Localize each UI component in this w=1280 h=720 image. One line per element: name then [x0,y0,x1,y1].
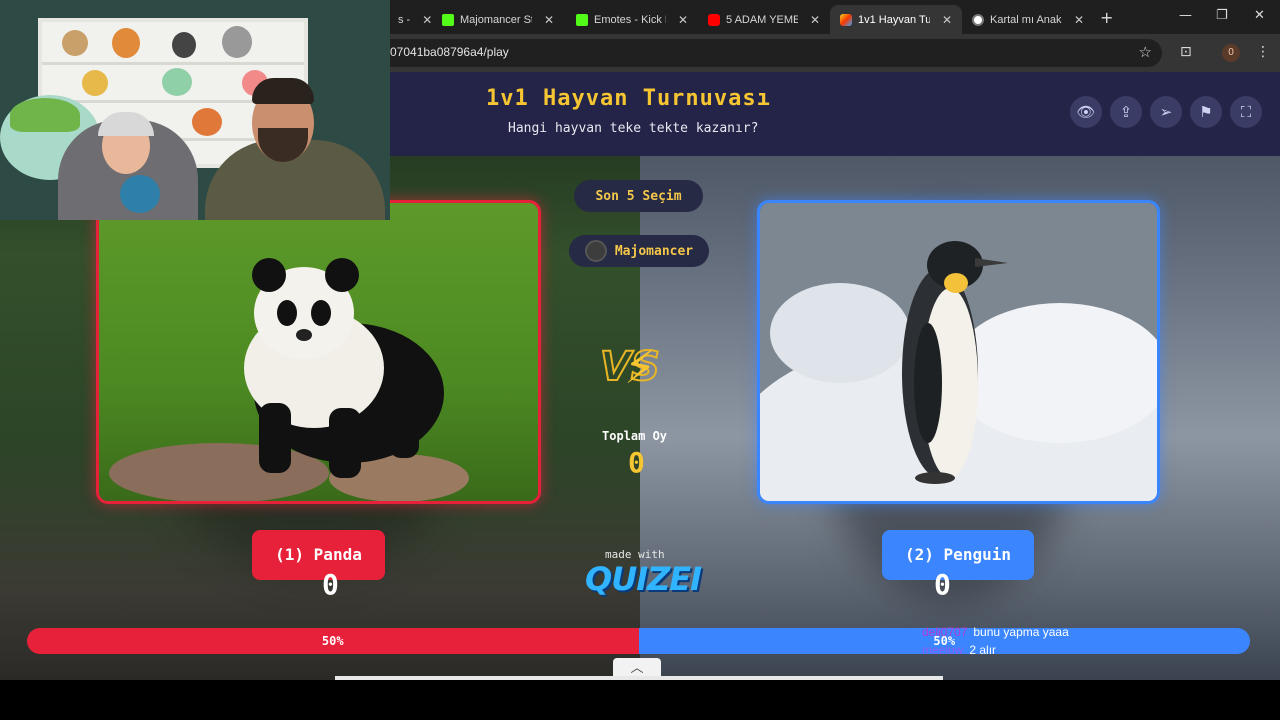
browser-tab[interactable]: Majomancer Stre ✕ [432,5,564,34]
penguin-image [760,203,1157,501]
new-tab-button[interactable]: + [1100,8,1113,27]
avatar [584,240,607,262]
browser-tab-active[interactable]: 1v1 Hayvan Turn ✕ [830,5,963,34]
chat-message: deli0707 bunu yapma yaaa [922,623,1069,641]
chat-username: meelow [922,643,964,657]
lightning-icon: ⚡ [624,340,657,394]
tab-label: Kartal mı Anako [990,13,1062,26]
quizei-icon [840,13,852,26]
tab-label: 1v1 Hayvan Turn [858,13,930,26]
close-tab-icon[interactable]: ✕ [1074,13,1084,27]
option-card-right[interactable] [757,200,1160,504]
webcam-overlay [0,0,390,220]
penguin-score: 0 [934,568,951,601]
panda-image [99,203,538,501]
chatgpt-icon [972,13,984,26]
option-card-left[interactable] [96,200,541,504]
chat-text: bunu yapma yaaa [973,625,1069,639]
send-icon[interactable]: ➢ [1150,96,1182,128]
kick-icon [576,13,588,26]
chat-overlay: deli0707 bunu yapma yaaa meelow 2 alır [922,623,1069,659]
game-subtitle: Hangi hayvan teke tekte kazanır? [508,121,759,136]
browser-tab[interactable]: Kartal mı Anako ✕ [962,5,1094,34]
tab-label: 5 ADAM YEMEGİ [726,13,798,26]
restore-icon[interactable]: ❐ [1216,8,1228,23]
tab-label: Emotes - Kick Da [594,13,666,26]
minimize-icon[interactable]: — [1179,8,1192,23]
chat-text: 2 alır [969,643,997,657]
vote-panda-button[interactable]: (1) Panda [252,530,385,580]
total-votes-label: Toplam Oy [602,429,668,443]
bottom-bar [335,676,943,680]
extension-badge[interactable]: 0 [1222,44,1240,62]
bookmark-star-icon[interactable]: ☆ [1139,43,1152,61]
browser-tab[interactable]: Emotes - Kick Da ✕ [566,5,698,34]
close-tab-icon[interactable]: ✕ [810,13,820,27]
user-pill: Majomancer [569,235,709,267]
total-votes-value: 0 [628,446,645,479]
fullscreen-icon[interactable]: ⛶ [1230,96,1262,128]
plush-toy-leaf [10,98,80,132]
recent-choices-label: Son 5 Seçim [595,188,682,204]
menu-dots-icon[interactable]: ⋮ [1256,44,1270,60]
close-tab-icon[interactable]: ✕ [678,13,688,27]
url-text[interactable]: 07041ba08796a4/play [390,45,509,59]
recent-choices-button[interactable]: Son 5 Seçim [574,180,703,212]
youtube-icon [708,13,720,26]
panda-score: 0 [322,568,339,601]
eye-icon[interactable]: 👁 [1070,96,1102,128]
close-tab-icon[interactable]: ✕ [422,13,432,27]
share-icon[interactable]: ⇪ [1110,96,1142,128]
tab-label: Majomancer Stre [460,13,532,26]
chat-message: meelow 2 alır [922,641,1069,659]
close-tab-icon[interactable]: ✕ [544,13,554,27]
kick-icon [442,13,454,26]
blue-ball [120,175,160,213]
vote-penguin-button[interactable]: (2) Penguin [882,530,1034,580]
username: Majomancer [614,243,694,259]
flag-icon[interactable]: ⚑ [1190,96,1222,128]
panda-percent-bar: 50% [27,628,639,654]
quizei-logo[interactable]: QUIZEI [585,560,702,598]
tab-label: s - [398,13,411,26]
lens-icon[interactable]: ⊡ [1180,44,1192,60]
browser-tab[interactable]: 5 ADAM YEMEGİ ✕ [698,5,830,34]
game-title: 1v1 Hayvan Turnuvası [486,86,771,111]
close-tab-icon[interactable]: ✕ [942,13,952,27]
close-window-icon[interactable]: ✕ [1254,8,1265,23]
omnibox[interactable]: 07041ba08796a4/play ☆ [300,39,1162,67]
streamer-right-hair [252,78,314,104]
chat-username: deli0707 [922,625,968,639]
